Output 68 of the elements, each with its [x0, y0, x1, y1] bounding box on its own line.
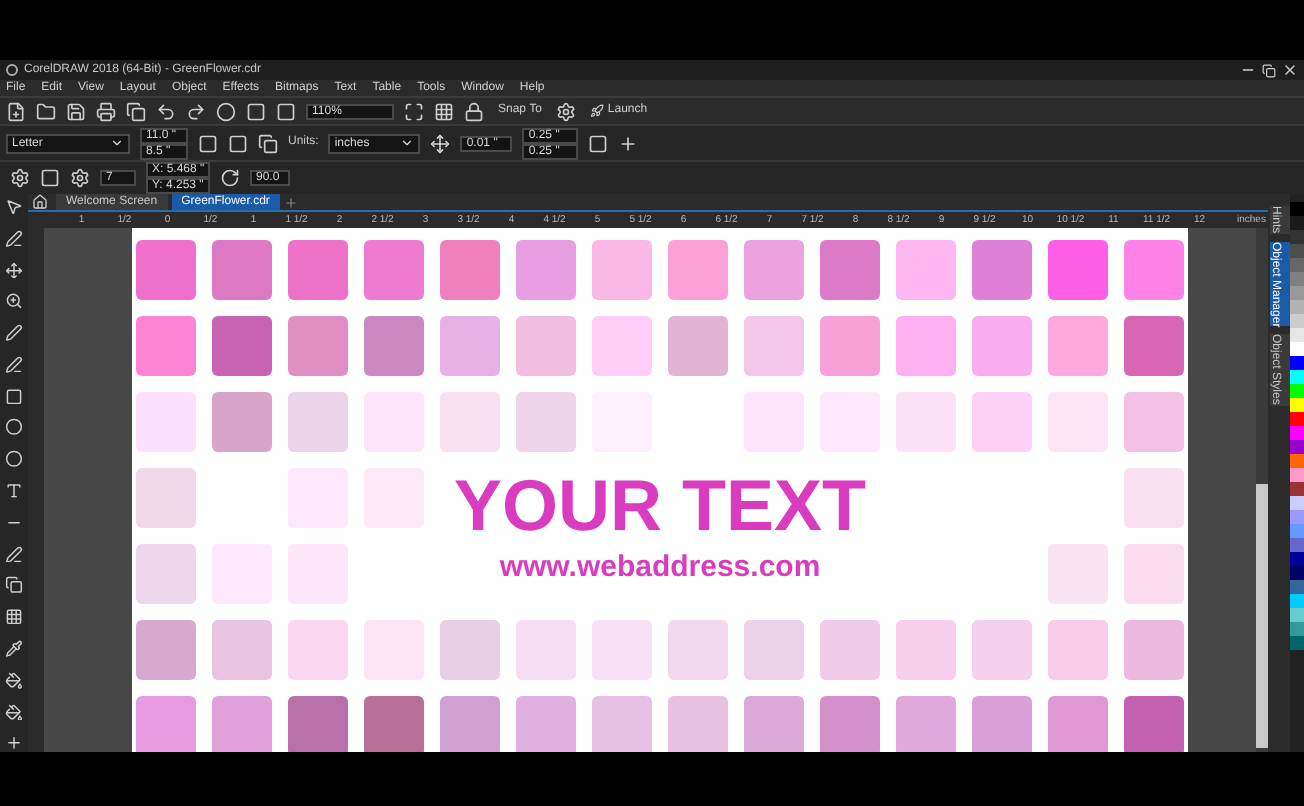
palette-swatch[interactable]: [1290, 314, 1304, 328]
text-tool-icon[interactable]: [4, 482, 24, 500]
freehand-tool-icon[interactable]: [4, 324, 24, 342]
palette-swatch[interactable]: [1290, 524, 1304, 538]
palette-swatch[interactable]: [1290, 482, 1304, 496]
rotate-icon[interactable]: [220, 168, 240, 188]
palette-swatch[interactable]: [1290, 370, 1304, 384]
new-document-icon[interactable]: [6, 101, 26, 121]
palette-swatch[interactable]: [1290, 426, 1304, 440]
zoom-tool-icon[interactable]: [4, 292, 24, 311]
palette-swatch[interactable]: [1290, 384, 1304, 398]
settings-icon[interactable]: [555, 101, 576, 121]
palette-swatch[interactable]: [1290, 216, 1304, 230]
palette-swatch[interactable]: [1290, 412, 1304, 426]
copy-icon[interactable]: [126, 101, 146, 121]
add-tool-icon[interactable]: [4, 734, 24, 753]
palette-swatch[interactable]: [1290, 510, 1304, 524]
caret-icon: [110, 135, 124, 149]
palette-swatch[interactable]: [1290, 328, 1304, 342]
gear-icon[interactable]: [10, 168, 30, 188]
add-icon[interactable]: [618, 133, 639, 153]
scrollbar-thumb[interactable]: [1256, 484, 1268, 748]
palette-swatch[interactable]: [1290, 230, 1304, 244]
fill-tool-icon[interactable]: [4, 671, 24, 689]
palette-swatch[interactable]: [1290, 300, 1304, 314]
close-icon[interactable]: [1282, 62, 1298, 78]
circle-icon[interactable]: [216, 101, 236, 121]
palette-swatch[interactable]: [1290, 356, 1304, 370]
caret-icon: [400, 135, 415, 149]
rectangle-tool-icon[interactable]: [4, 387, 24, 405]
palette-swatch[interactable]: [1290, 440, 1304, 454]
smart-fill-icon[interactable]: [4, 703, 24, 721]
palette-swatch[interactable]: [1290, 258, 1304, 272]
folder-icon[interactable]: [36, 101, 56, 121]
palette-swatch[interactable]: [1290, 272, 1304, 286]
palette-swatch[interactable]: [1290, 622, 1304, 636]
palette-swatch[interactable]: [1290, 538, 1304, 552]
palette-swatch[interactable]: [1290, 580, 1304, 594]
palette-swatch[interactable]: [1290, 608, 1304, 622]
palette-swatch[interactable]: [1290, 496, 1304, 510]
undo-icon[interactable]: [156, 101, 176, 121]
palette-swatch[interactable]: [1290, 286, 1304, 300]
palette-swatch[interactable]: [1290, 202, 1304, 216]
palette-swatch[interactable]: [1290, 398, 1304, 412]
rocket-icon: [589, 104, 604, 118]
palette-swatch[interactable]: [1290, 342, 1304, 356]
redo-icon[interactable]: [186, 101, 206, 121]
palette-swatch[interactable]: [1290, 244, 1304, 258]
lock-icon[interactable]: [464, 101, 484, 121]
ellipse-tool-icon[interactable]: [4, 418, 24, 437]
restore-icon[interactable]: [1262, 63, 1276, 77]
full-screen-icon[interactable]: [404, 101, 424, 121]
palette-swatch[interactable]: [1290, 468, 1304, 482]
palette-swatch[interactable]: [1290, 636, 1304, 650]
home-icon[interactable]: [32, 194, 48, 210]
palette-swatch[interactable]: [1290, 566, 1304, 580]
palette-swatch[interactable]: [1290, 594, 1304, 608]
web-address-text: www.webaddress.com: [499, 550, 821, 586]
save-icon[interactable]: [66, 101, 86, 121]
grid-icon[interactable]: [434, 101, 454, 121]
pick-tool-icon[interactable]: [4, 198, 24, 216]
printer-icon[interactable]: [96, 101, 116, 121]
headline-text: YOUR TEXT: [453, 468, 866, 544]
eyedropper-icon[interactable]: [4, 639, 24, 658]
palette-swatch[interactable]: [1290, 552, 1304, 566]
palette-swatch[interactable]: [1290, 454, 1304, 468]
app-logo-icon: [6, 64, 18, 76]
nudge-icon[interactable]: [430, 133, 451, 153]
